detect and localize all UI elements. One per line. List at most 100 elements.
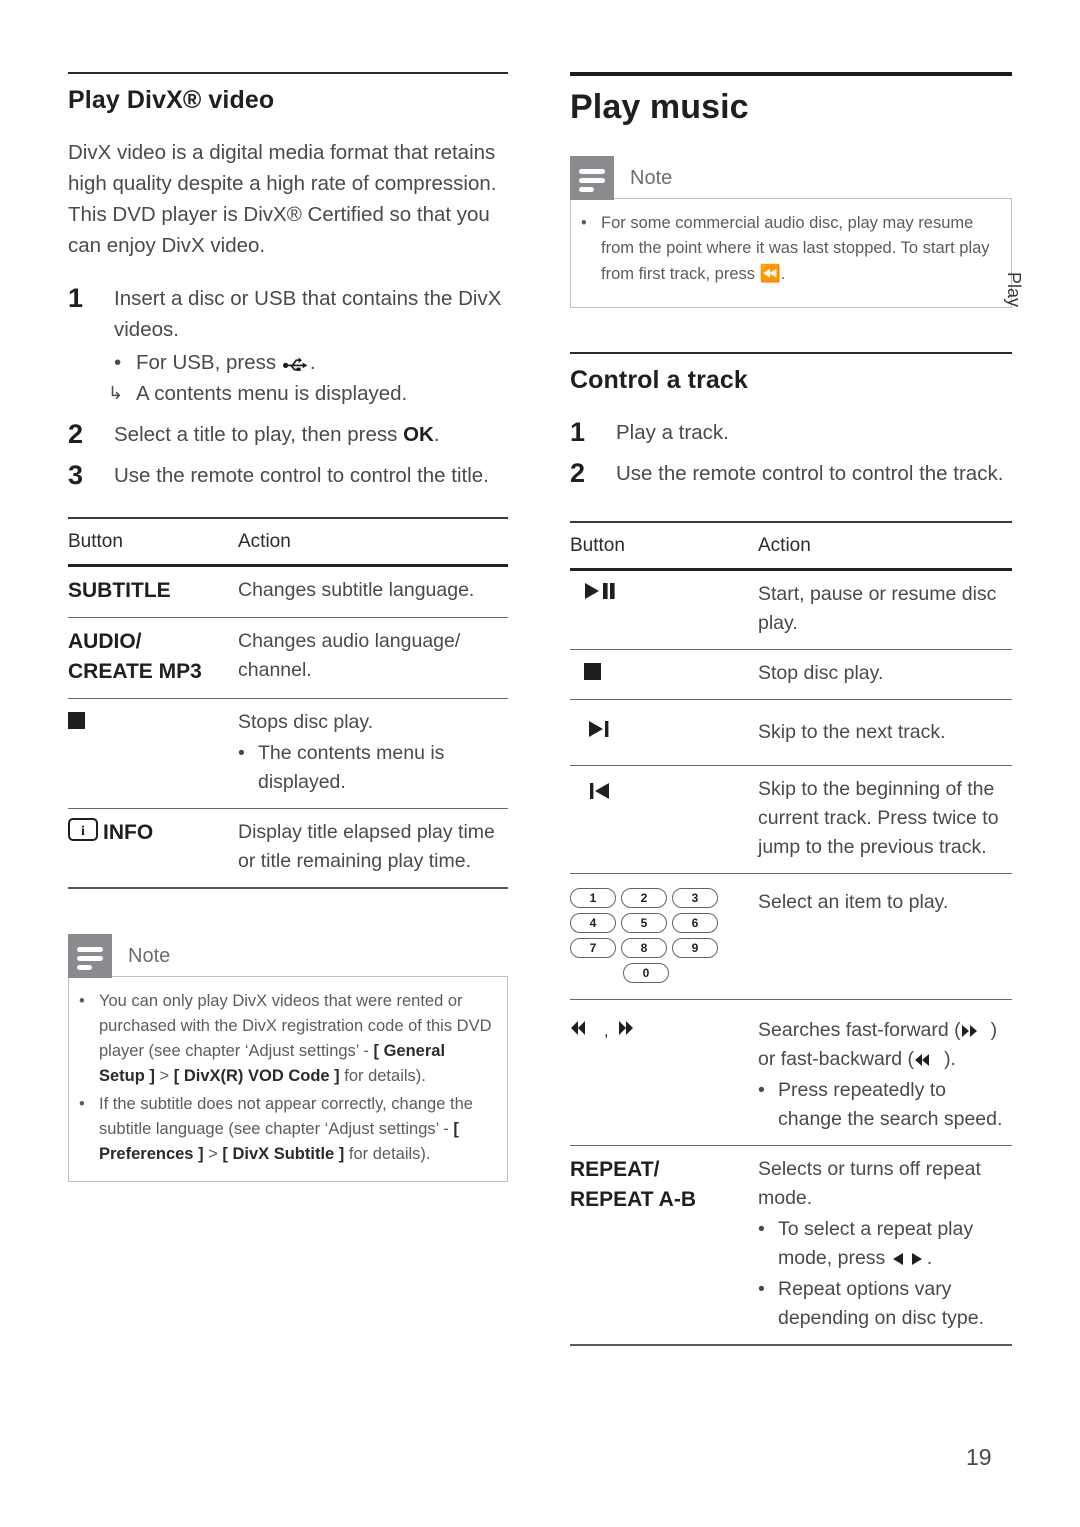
button-cell: ,	[570, 1000, 758, 1146]
page-number: 19	[966, 1444, 992, 1470]
button-cell	[570, 650, 758, 700]
column-header-button: Button	[570, 535, 625, 556]
key-1[interactable]: 1	[570, 888, 616, 908]
action-text: Searches fast-forward () or fast-backwar…	[758, 1019, 998, 1070]
action-bullet: • The contents menu is displayed.	[238, 739, 508, 797]
bullet-dot: •	[114, 351, 122, 374]
table-row: Stop disc play.	[570, 649, 1012, 700]
button-cell	[68, 699, 238, 809]
bullet-text: For USB, press .	[136, 351, 316, 374]
step-text: Use the remote control to control the ti…	[114, 464, 489, 487]
action-cell: Stop disc play.	[758, 662, 884, 684]
note-box-music: Note • For some commercial audio disc, p…	[570, 156, 1012, 308]
key-8[interactable]: 8	[621, 938, 667, 958]
step-text: Use the remote control to control the tr…	[616, 462, 1004, 485]
step-2: 2 Use the remote control to control the …	[570, 458, 1012, 489]
action-cell: Searches fast-forward () or fast-backwar…	[758, 1000, 1012, 1146]
table-row: , Searches fast-forward () or fast-backw…	[570, 999, 1012, 1146]
button-label: SUBTITLE	[68, 579, 171, 602]
table-row: Skip to the next track.	[570, 699, 1012, 766]
bullet-text: The contents menu is displayed.	[258, 742, 445, 793]
note-title: Note	[630, 166, 673, 189]
action-cell: Skip to the next track.	[758, 721, 946, 743]
chapter-title: Play music	[570, 88, 749, 126]
button-label-line1: AUDIO/	[68, 630, 142, 653]
fast-forward-icon	[618, 1021, 633, 1035]
left-arrow-icon	[892, 1253, 903, 1265]
bullet-text: Press repeatedly to change the search sp…	[778, 1079, 1003, 1130]
button-label-line2: REPEAT A-B	[570, 1188, 696, 1211]
bullet-dot: •	[79, 1095, 85, 1113]
button-cell	[570, 700, 758, 766]
key-6[interactable]: 6	[672, 913, 718, 933]
result-text: A contents menu is displayed.	[136, 382, 408, 405]
button-label-line2: CREATE MP3	[68, 660, 202, 683]
button-cell	[570, 570, 758, 650]
note-text: If the subtitle does not appear correctl…	[99, 1095, 473, 1163]
page-title: Play DivX® video	[68, 86, 275, 114]
action-cell: Skip to the beginning of the current tra…	[758, 778, 999, 858]
key-4[interactable]: 4	[570, 913, 616, 933]
action-cell: Changes subtitle language.	[238, 579, 475, 601]
right-arrow-icon	[911, 1253, 922, 1265]
control-track-section: Control a track 1 Play a track. 2 Use th…	[570, 352, 1012, 1346]
key-3[interactable]: 3	[672, 888, 718, 908]
table-header-row: Button Action	[570, 522, 1012, 570]
bullet-text: Repeat options vary depending on disc ty…	[778, 1278, 984, 1329]
note-body: • For some commercial audio disc, play m…	[570, 198, 1012, 308]
left-column: Play DivX® video DivX video is a digital…	[68, 72, 508, 1182]
bullet-dot: •	[79, 992, 85, 1010]
step-number: 3	[68, 460, 84, 490]
info-icon	[68, 817, 98, 846]
column-header-action: Action	[238, 531, 291, 552]
action-cell: Start, pause or resume disc play.	[758, 583, 997, 634]
step-3: 3 Use the remote control to control the …	[68, 460, 508, 491]
key-7[interactable]: 7	[570, 938, 616, 958]
column-header-action: Action	[758, 535, 811, 556]
fast-backward-icon	[915, 1054, 930, 1066]
table-header-row: Button Action	[68, 518, 508, 566]
arrow-icon: ↳	[108, 383, 124, 403]
step-text: Play a track.	[616, 421, 729, 444]
steps-list: 1 Play a track. 2 Use the remote control…	[570, 417, 1012, 489]
divx-button-table: Button Action SUBTITLE Changes subtitle …	[68, 517, 508, 889]
button-cell: INFO	[68, 809, 238, 889]
table-row: SUBTITLE Changes subtitle language.	[68, 566, 508, 618]
step-number: 1	[570, 417, 586, 447]
steps-list: 1 Insert a disc or USB that contains the…	[68, 283, 508, 491]
chapter-rule	[570, 72, 1012, 76]
step-number: 1	[68, 283, 84, 313]
button-cell: AUDIO/ CREATE MP3	[68, 618, 238, 699]
key-0[interactable]: 0	[623, 963, 669, 983]
skip-previous-icon: ⏪​	[759, 264, 781, 283]
step-number: 2	[570, 458, 586, 488]
table-row: Start, pause or resume disc play.	[570, 570, 1012, 650]
step-1-result: ↳ A contents menu is displayed.	[108, 378, 508, 409]
step-1: 1 Play a track.	[570, 417, 1012, 448]
manual-page: Play DivX® video DivX video is a digital…	[0, 0, 1080, 1527]
play-pause-icon	[585, 583, 615, 599]
action-text: Selects or turns off repeat mode.	[758, 1158, 981, 1209]
music-button-table: Button Action Start, pause or resume dis…	[570, 521, 1012, 1346]
button-label-line1: REPEAT/	[570, 1158, 660, 1181]
key-5[interactable]: 5	[621, 913, 667, 933]
step-number: 2	[68, 419, 84, 449]
button-cell: 123 456 789 0	[570, 874, 758, 1000]
step-text: Select a title to play, then press OK.	[114, 423, 440, 446]
table-row: Skip to the beginning of the current tra…	[570, 765, 1012, 874]
note-body: • You can only play DivX videos that wer…	[68, 976, 508, 1182]
intro-paragraph: DivX video is a digital media format tha…	[68, 141, 497, 257]
note-header: Note	[68, 934, 508, 978]
note-box-divx: Note • You can only play DivX videos tha…	[68, 934, 508, 1182]
action-cell: Display title elapsed play time or title…	[238, 821, 495, 872]
fast-forward-icon	[961, 1025, 977, 1037]
key-2[interactable]: 2	[621, 888, 667, 908]
column-header-button: Button	[68, 531, 123, 552]
section-rule	[570, 352, 1012, 354]
note-title: Note	[128, 944, 171, 967]
action-text: Stops disc play.	[238, 711, 374, 733]
key-9[interactable]: 9	[672, 938, 718, 958]
step-1: 1 Insert a disc or USB that contains the…	[68, 283, 508, 345]
action-bullet: • Repeat options vary depending on disc …	[758, 1275, 1012, 1333]
fast-backward-icon	[571, 1021, 585, 1035]
